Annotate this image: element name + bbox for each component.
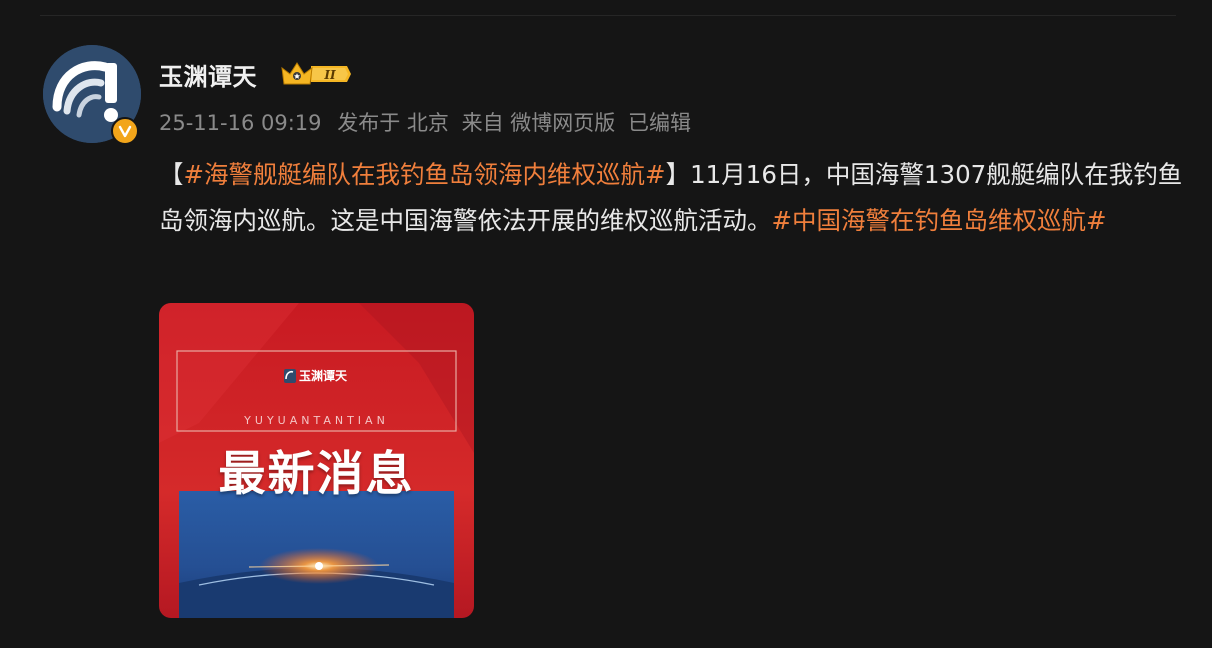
post-meta: 25-11-16 09:19 发布于 北京 来自 微博网页版 已编辑: [159, 107, 697, 137]
post-text: 【#海警舰艇编队在我钓鱼岛领海内维权巡航#】11月16日，中国海警1307舰艇编…: [159, 152, 1189, 244]
post-image[interactable]: 玉渊谭天 YUYUANTANTIAN 最新消息: [159, 303, 474, 618]
author-avatar-container[interactable]: [43, 45, 141, 145]
image-logo-icon: [284, 369, 296, 383]
hashtag-link[interactable]: #海警舰艇编队在我钓鱼岛领海内维权巡航#: [184, 160, 666, 189]
top-divider: [40, 15, 1176, 16]
bracket-open: 【: [159, 160, 184, 189]
crown-rank-badge-icon[interactable]: II: [281, 60, 351, 88]
hashtag-link[interactable]: #中国海警在钓鱼岛维权巡航#: [772, 206, 1107, 235]
post-source: 来自 微博网页版: [461, 111, 616, 135]
rank-level-text: II: [323, 68, 336, 82]
post-edited[interactable]: 已编辑: [628, 111, 691, 135]
bracket-close: 】: [665, 160, 691, 189]
image-logo-text: 玉渊谭天: [299, 369, 348, 383]
image-subtitle: YUYUANTANTIAN: [244, 414, 389, 427]
author-name[interactable]: 玉渊谭天: [159, 57, 257, 92]
verified-v-icon: [111, 117, 139, 145]
post-timestamp[interactable]: 25-11-16 09:19: [159, 111, 322, 135]
post-location: 发布于 北京: [337, 111, 449, 135]
image-headline: 最新消息: [218, 447, 415, 502]
